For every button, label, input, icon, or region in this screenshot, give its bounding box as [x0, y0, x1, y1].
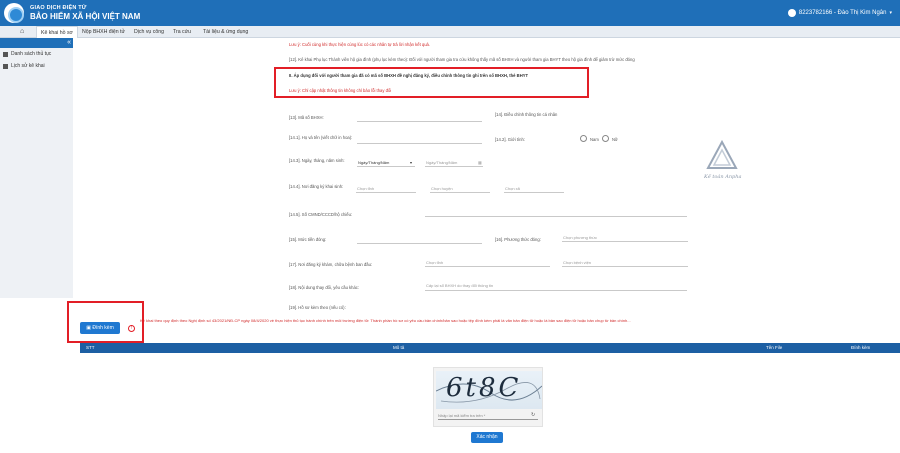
label-15: [15]. Mức tiền đóng:	[289, 237, 327, 242]
item-12-text: [12]. Kê khai Phụ lục Thành viên hộ gia …	[289, 57, 635, 62]
tinh-underline	[356, 192, 416, 193]
watermark-logo: Kế toán Anpha	[703, 139, 741, 180]
label-16: [16]. Phương thức đóng:	[495, 237, 541, 242]
tab-tra-cuu[interactable]: Tra cứu	[173, 26, 191, 38]
legal-note: Kê khai theo quy định theo Nghị định số …	[140, 318, 631, 323]
date-format-select[interactable]: Ngày/Tháng/Năm	[358, 160, 389, 165]
chevron-down-icon: ▾	[410, 160, 413, 165]
attach-button[interactable]: ▣ Đính kèm	[80, 322, 120, 334]
top-note: Lưu ý: Cuối cùng khi thực hiện cùng lúc …	[289, 42, 431, 47]
label-19: [19]. Hồ sơ kèm theo (nếu có):	[289, 305, 346, 310]
confirm-button[interactable]: Xác nhận	[471, 432, 503, 443]
chevron-down-icon: ▾	[889, 10, 892, 16]
user-name: 8223782166 - Đào Thị Kim Ngân	[798, 10, 887, 16]
gender-male-label: Nam	[590, 137, 599, 142]
tab-tai-lieu[interactable]: Tài liệu & ứng dụng	[203, 26, 248, 38]
gender-male-radio[interactable]	[580, 135, 587, 142]
gender-female-radio[interactable]	[602, 135, 609, 142]
svg-text:Kế toán Anpha: Kế toán Anpha	[703, 173, 741, 180]
benh-vien-select[interactable]: Chọn bệnh viện	[563, 260, 591, 265]
kcb-tinh-underline	[425, 266, 550, 267]
refresh-icon[interactable]: ↻	[531, 412, 535, 418]
highlight-box-section	[274, 67, 589, 98]
noi-ks-xa-select[interactable]: Chọn xã	[505, 186, 520, 191]
label-14: [14]. Điều chỉnh thông tin cá nhân	[495, 112, 558, 117]
calendar-icon[interactable]: ▦	[478, 160, 482, 165]
label-18: [18]. Nội dung thay đổi, yêu cầu khác:	[289, 285, 360, 290]
label-14-5: [14.5]. Số CMND/CCCD/hộ chiếu:	[289, 212, 353, 217]
cmnd-input[interactable]	[425, 216, 687, 217]
user-icon	[787, 9, 796, 17]
label-17: [17]. Nơi đăng ký khám, chữa bệnh ban đầ…	[289, 262, 373, 267]
phuong-thuc-underline	[562, 241, 688, 242]
home-icon[interactable]: ⌂	[20, 28, 24, 35]
user-menu[interactable]: 8223782166 - Đào Thị Kim Ngân ▾	[787, 9, 892, 17]
sidebar-item-danh-sach[interactable]: Danh sách thủ tục	[0, 48, 73, 60]
sidebar-item-label: Lịch sử kê khai	[11, 63, 45, 69]
phuong-thuc-select[interactable]: Chọn phương thức	[563, 235, 597, 240]
tab-dich-vu-cong[interactable]: Dịch vụ công	[134, 26, 164, 38]
noi-ks-tinh-select[interactable]: Chọn tỉnh	[357, 186, 374, 191]
captcha-box: 6t8C Nhập lại mã kiểm tra trên * ↻	[433, 367, 543, 427]
birth-date-input[interactable]: Ngày/Tháng/Năm	[426, 160, 457, 165]
benh-vien-underline	[562, 266, 688, 267]
brand-subtitle: GIAO DỊCH ĐIỆN TỬ	[30, 5, 87, 11]
list-icon	[3, 51, 8, 57]
col-stt: STT	[86, 345, 95, 350]
sidebar: « Danh sách thủ tục Lịch sử kê khai	[0, 38, 73, 298]
noi-dung-underline	[425, 290, 687, 291]
tab-nop-bhxh[interactable]: Nộp BHXH điện tử	[82, 26, 125, 38]
attach-button-label: Đính kèm	[92, 325, 114, 331]
xa-underline	[504, 192, 564, 193]
label-13: [13]. Mã số BHXH:	[289, 115, 324, 120]
gender-female-label: Nữ	[612, 137, 618, 142]
label-14-1: [14.1]. Họ và tên (viết chữ in hoa):	[289, 135, 353, 140]
label-14-3: [14.3]. Ngày, tháng, năm sinh:	[289, 158, 345, 163]
section-note: Lưu ý: Chỉ cập nhật thông tin không chỉ …	[289, 88, 392, 93]
sidebar-item-label: Danh sách thủ tục	[11, 51, 52, 57]
sidebar-toggle[interactable]: «	[0, 38, 73, 48]
captcha-code: 6t8C	[446, 373, 522, 403]
captcha-image: 6t8C	[436, 371, 542, 409]
history-icon	[3, 63, 8, 69]
col-mo-ta: Mô tả	[393, 345, 405, 350]
noi-ks-huyen-select[interactable]: Chọn huyện	[431, 186, 453, 191]
attachments-table-header: STT Mô tả Tên File Đính kèm	[80, 343, 900, 353]
captcha-input[interactable]: Nhập lại mã kiểm tra trên *	[438, 413, 538, 420]
date-format-underline	[357, 166, 415, 167]
ma-so-bhxh-input[interactable]	[357, 121, 482, 122]
muc-tien-dong-input[interactable]	[357, 243, 482, 244]
tab-ke-khai-ho-so[interactable]: Kê khai hồ sơ	[36, 26, 78, 38]
noi-dung-input[interactable]: Cấp lại sổ BHXH do thay đổi thông tin	[426, 283, 493, 288]
col-ten-file: Tên File	[766, 345, 783, 350]
section-title: II. Áp dụng đối với người tham gia đã có…	[289, 73, 529, 78]
huyen-underline	[430, 192, 490, 193]
label-14-4: [14.4]. Nơi đăng ký khai sinh:	[289, 184, 344, 189]
main-nav: ⌂ Kê khai hồ sơ Nộp BHXH điện tử Dịch vụ…	[0, 26, 900, 38]
birth-date-underline	[425, 166, 483, 167]
ho-ten-input[interactable]	[357, 143, 482, 144]
sidebar-item-lich-su[interactable]: Lịch sử kê khai	[0, 60, 73, 72]
brand-title: BẢO HIỂM XÃ HỘI VIỆT NAM	[30, 12, 141, 21]
info-warning-icon[interactable]: !	[128, 325, 135, 332]
bhxh-logo	[4, 3, 24, 23]
kcb-tinh-select[interactable]: Chọn tỉnh	[426, 260, 443, 265]
col-dinh-kem: Đính kèm	[851, 345, 871, 350]
top-header: GIAO DỊCH ĐIỆN TỬ BẢO HIỂM XÃ HỘI VIỆT N…	[0, 0, 900, 26]
label-14-2: [14.2]. Giới tính:	[495, 137, 525, 142]
